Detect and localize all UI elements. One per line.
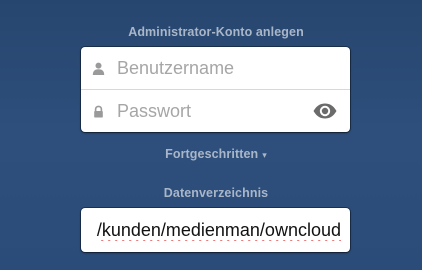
data-directory-heading: Datenverzeichnis [163,186,269,200]
password-row [81,90,350,132]
advanced-toggle[interactable]: Fortgeschritten ▾ [0,147,422,161]
password-input[interactable] [117,90,307,132]
data-directory-field [81,208,350,252]
admin-account-heading: Administrator-Konto anlegen [128,25,304,39]
lock-icon [94,105,103,118]
advanced-label: Fortgeschritten [165,147,259,161]
data-directory-input[interactable] [89,208,341,252]
eye-icon[interactable] [312,101,338,121]
username-row [81,47,350,90]
person-icon [92,62,105,75]
caret-down-icon: ▾ [262,150,267,160]
admin-credentials-fieldset [81,47,350,132]
username-input[interactable] [117,47,307,89]
